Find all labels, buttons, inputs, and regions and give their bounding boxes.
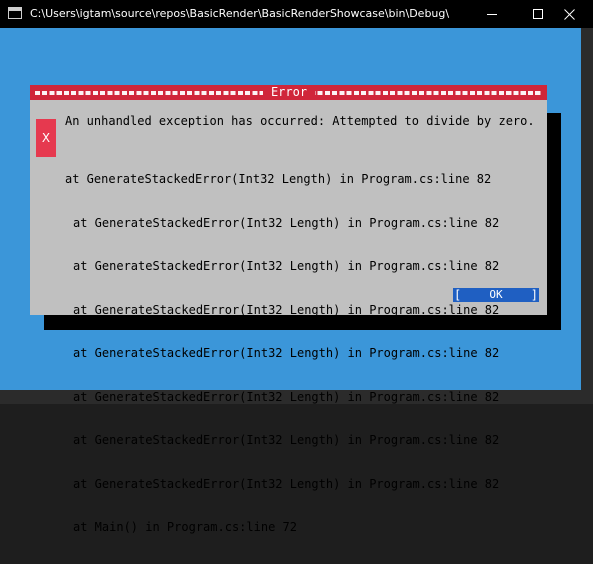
stack-trace-line: at GenerateStackedError(Int32 Length) in… [73,259,500,273]
minimize-button[interactable] [470,0,516,28]
minimize-icon [487,14,497,15]
ok-bracket-left: [ [454,288,462,302]
stack-trace-line: at GenerateStackedError(Int32 Length) in… [73,215,500,230]
title-bar[interactable]: C:\Users\igtam\source\repos\BasicRender\… [0,0,593,28]
stack-trace: at GenerateStackedError(Int32 Length) in… [65,143,499,564]
ok-button-label: OK [489,288,503,301]
console-window: C:\Users\igtam\source\repos\BasicRender\… [0,0,593,534]
dialog-title: Error [263,85,315,100]
ok-button[interactable]: [ OK ] [453,288,539,302]
stack-trace-line: at GenerateStackedError(Int32 Length) in… [73,389,500,404]
close-button[interactable] [547,0,593,28]
stack-trace-line: at GenerateStackedError(Int32 Length) in… [73,346,500,360]
stack-trace-line: at Main() in Program.cs:line 72 [73,520,297,534]
close-icon [564,9,575,20]
ok-bracket-right: ] [530,288,538,302]
stack-trace-line: at GenerateStackedError(Int32 Length) in… [65,172,492,186]
window-title: C:\Users\igtam\source\repos\BasicRender\… [30,7,450,20]
stack-trace-line: at GenerateStackedError(Int32 Length) in… [73,433,500,447]
error-message: An unhandled exception has occurred: Att… [65,114,535,128]
dialog-header: Error [30,85,547,100]
error-icon: X [36,119,56,157]
stack-trace-line: at GenerateStackedError(Int32 Length) in… [73,302,500,317]
maximize-icon [533,9,543,19]
vertical-scrollbar[interactable] [581,28,593,404]
stack-trace-line: at GenerateStackedError(Int32 Length) in… [73,476,500,491]
console-window-icon[interactable] [8,7,22,19]
error-dialog: Error X An unhandled exception has occur… [30,85,547,534]
